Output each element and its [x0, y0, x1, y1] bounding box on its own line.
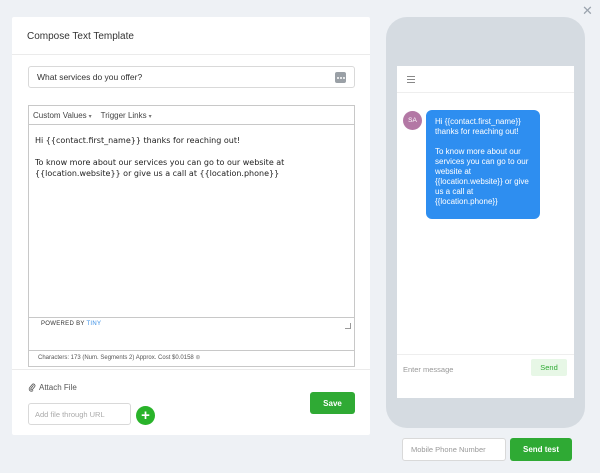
- message-paragraph: To know more about our services you can …: [435, 147, 529, 206]
- template-name-input[interactable]: [29, 67, 354, 87]
- chevron-down-icon: ▾: [148, 113, 152, 120]
- template-name-field[interactable]: [28, 66, 355, 88]
- chevron-down-icon: ▾: [88, 113, 92, 120]
- message-input[interactable]: [403, 361, 523, 377]
- ellipsis-icon[interactable]: [335, 72, 346, 83]
- divider: [397, 92, 574, 93]
- trigger-links-dropdown[interactable]: Trigger Links ▾: [101, 111, 152, 120]
- trigger-links-label: Trigger Links: [100, 110, 147, 120]
- custom-values-dropdown[interactable]: Custom Values ▾: [33, 111, 92, 120]
- compose-panel: Compose Text Template Custom Values▾ Tri…: [12, 17, 370, 435]
- send-test-button[interactable]: Send test: [510, 438, 572, 461]
- rich-text-editor: Custom Values ▾ Trigger Links ▾ Hi {{conta…: [28, 105, 355, 351]
- phone-screen: SA Hi {{contact.first_name}} thanks for …: [397, 66, 574, 398]
- editor-line: Hi {{contact.first_name}} thanks for rea…: [35, 136, 241, 145]
- file-url-input[interactable]: [29, 404, 130, 425]
- hamburger-menu-icon[interactable]: [407, 76, 415, 83]
- avatar: SA: [403, 111, 422, 130]
- editor-content[interactable]: Hi {{contact.first_name}} thanks for rea…: [29, 125, 354, 317]
- attach-file-text: Attach File: [39, 383, 77, 392]
- panel-title: Compose Text Template: [27, 31, 134, 42]
- divider: [12, 54, 370, 55]
- divider: [397, 354, 574, 355]
- save-button[interactable]: Save: [310, 392, 355, 414]
- editor-toolbar: Custom Values ▾ Trigger Links ▾: [29, 106, 354, 125]
- message-bubble: Hi {{contact.first_name}} thanks for rea…: [426, 110, 540, 219]
- char-info-text: Characters: 173 (Num. Segments 2) Approx…: [38, 355, 194, 361]
- paperclip-icon: [28, 383, 36, 392]
- powered-by-label: POWERED BY: [41, 321, 85, 327]
- editor-status-bar: POWERED BY TINY: [29, 317, 354, 331]
- attach-file-label: Attach File: [28, 383, 77, 392]
- info-icon: ⊛: [195, 355, 201, 361]
- mobile-phone-input[interactable]: [403, 439, 505, 460]
- add-file-button[interactable]: +: [136, 406, 155, 425]
- editor-line: To know more about our services you can …: [35, 158, 285, 178]
- divider: [12, 369, 370, 370]
- phone-preview: SA Hi {{contact.first_name}} thanks for …: [386, 17, 585, 428]
- mobile-phone-field[interactable]: [402, 438, 506, 461]
- tiny-brand-link[interactable]: TINY: [86, 321, 101, 327]
- file-url-field[interactable]: [28, 403, 131, 425]
- resize-handle-icon[interactable]: [345, 323, 351, 329]
- message-paragraph: Hi {{contact.first_name}} thanks for rea…: [435, 117, 521, 136]
- close-icon[interactable]: ✕: [582, 4, 593, 17]
- character-count-info: Characters: 173 (Num. Segments 2) Approx…: [28, 350, 355, 367]
- custom-values-label: Custom Values: [33, 110, 87, 120]
- send-button[interactable]: Send: [531, 359, 567, 376]
